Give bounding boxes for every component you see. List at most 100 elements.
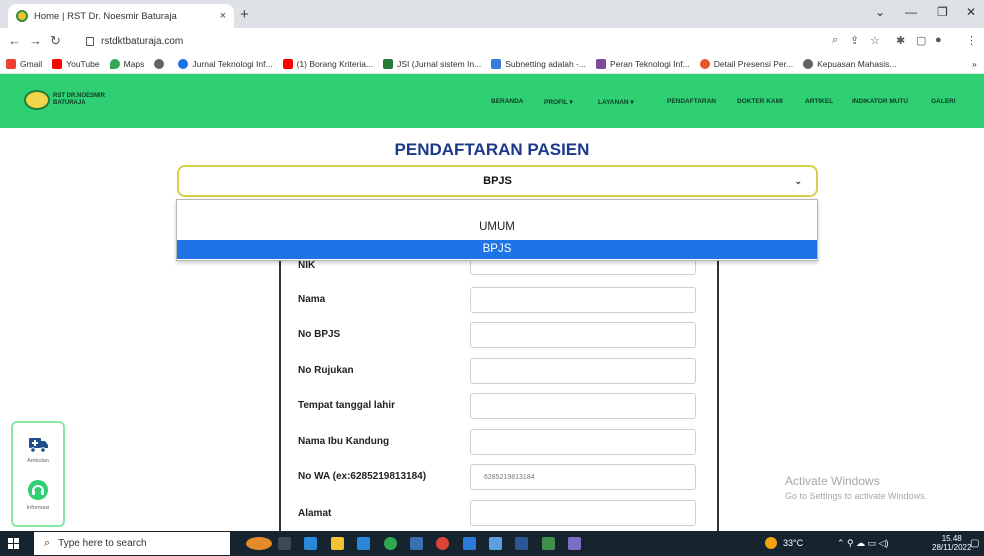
ambulance-icon[interactable] — [27, 433, 49, 455]
field-label-no-bpjs: No BPJS — [298, 329, 341, 340]
nav-dokter-kami[interactable]: DOKTER KAMI — [737, 98, 783, 105]
search-icon: ⌕ — [44, 537, 51, 549]
tab-title: Home | RST Dr. Noesmir Baturaja — [34, 10, 177, 22]
reload-icon[interactable]: ↻ — [50, 33, 61, 49]
maps-icon — [109, 58, 120, 69]
more-bookmarks-icon[interactable]: » — [972, 59, 977, 69]
jsi-icon — [383, 58, 394, 69]
field-label-no-rujukan: No Rujukan — [298, 365, 354, 376]
vscode-icon[interactable] — [463, 537, 476, 550]
bookmark-item[interactable]: Peran Teknologi Inf... — [596, 58, 690, 69]
gmail-icon — [6, 58, 16, 69]
tempat-tanggal-lahir-input[interactable] — [470, 393, 696, 419]
bookmark-label: (1) Borang Kriteria... — [296, 58, 374, 69]
photos-icon[interactable] — [410, 537, 423, 550]
patient-type-select[interactable]: BPJS ⌄ — [177, 165, 818, 197]
tray-icons[interactable]: ⌃ ⚲ ☁ ▭ ◁) — [837, 538, 889, 549]
browser-tab[interactable]: Home | RST Dr. Noesmir Baturaja × — [8, 4, 234, 28]
bookmark-item[interactable]: Kepuasan Mahasis... — [803, 58, 897, 69]
minimize-icon[interactable]: — — [905, 5, 917, 19]
option-umum[interactable]: UMUM — [177, 218, 817, 237]
bookmark-item[interactable]: Detail Presensi Per... — [699, 58, 794, 69]
pkp-icon — [596, 58, 607, 69]
bookmark-label: JSI (Jurnal sistem In... — [397, 58, 482, 69]
youtube-icon — [282, 58, 293, 69]
nav-beranda[interactable]: BERANDA — [491, 98, 524, 105]
headset-icon[interactable] — [27, 479, 49, 501]
site-logo[interactable]: RST DR.NOESMIR BATURAJA — [24, 90, 105, 110]
taskbar-search[interactable]: ⌕ Type here to search — [34, 532, 230, 555]
edge-icon[interactable] — [384, 537, 397, 550]
file-explorer-icon[interactable] — [331, 537, 344, 550]
url-text: rstdktbaturaja.com — [101, 35, 184, 47]
excel-icon[interactable] — [542, 537, 555, 550]
close-tab-icon[interactable]: × — [220, 10, 226, 22]
nama-ibu-kandung-input[interactable] — [470, 429, 696, 455]
bookmark-item[interactable] — [154, 58, 168, 69]
bookmark-label: Jurnal Teknologi Inf... — [192, 58, 273, 69]
hospital-emblem-icon — [24, 90, 50, 110]
option-bpjs[interactable]: BPJS — [177, 240, 817, 259]
nav-layanan[interactable]: LAYANAN ▾ — [598, 98, 634, 106]
tab-search-icon[interactable]: ⌄ — [875, 5, 885, 19]
app-icon[interactable] — [489, 537, 502, 550]
store-icon[interactable] — [357, 537, 370, 550]
bookmark-label: Detail Presensi Per... — [713, 58, 794, 69]
floating-contact-widget: Ambulan Informasi — [11, 421, 65, 527]
close-window-icon[interactable]: ✕ — [966, 5, 976, 19]
clock-time: 15.48 — [941, 534, 962, 543]
bookmark-label: Peran Teknologi Inf... — [610, 58, 690, 69]
weather-widget-icon[interactable] — [246, 537, 272, 550]
no-bpjs-input[interactable] — [470, 322, 696, 348]
task-view-icon[interactable] — [278, 537, 291, 550]
bookmark-label: Kepuasan Mahasis... — [817, 58, 897, 69]
select-value: BPJS — [483, 175, 512, 187]
nav-profil[interactable]: PROFIL ▾ — [544, 98, 573, 106]
logo-line1: RST DR.NOESMIR — [53, 93, 106, 99]
patient-type-dropdown: UMUM BPJS — [176, 199, 818, 261]
temperature: 33°C — [783, 538, 804, 548]
nav-pendaftaran[interactable]: PENDAFTARAN — [667, 98, 716, 105]
bookmark-item[interactable]: YouTube — [52, 58, 100, 69]
windows-start-icon[interactable] — [8, 538, 19, 549]
notification-icon[interactable]: ▢ — [970, 538, 979, 549]
nav-galeri[interactable]: GALERI — [931, 98, 956, 105]
profile-avatar-icon[interactable]: ● — [935, 34, 942, 46]
url-bar[interactable]: rstdktbaturaja.com — [86, 31, 886, 51]
nav-indikator-mutu[interactable]: INDIKATOR MUTU — [852, 98, 908, 105]
new-tab-button[interactable]: + — [240, 6, 249, 23]
back-icon[interactable]: ← — [8, 33, 21, 48]
address-bar-row: ← → ↻ rstdktbaturaja.com ⌕ ⇪ ☆ ✱ ▢ ● ⋮ — [0, 28, 984, 54]
sidepanel-icon[interactable]: ▢ — [916, 34, 926, 47]
extensions-icon[interactable]: ✱ — [896, 34, 905, 47]
chevron-down-icon: ⌄ — [794, 176, 802, 186]
bookmark-item[interactable]: JSI (Jurnal sistem In... — [383, 58, 482, 69]
bookmark-item[interactable]: Subnetting adalah -... — [491, 58, 586, 69]
lock-icon — [86, 36, 94, 46]
no-wa-input[interactable]: 6285219813184 — [470, 464, 696, 490]
bookmark-item[interactable]: Gmail — [6, 58, 42, 69]
forward-icon[interactable]: → — [29, 33, 42, 48]
zoom-icon[interactable]: ⌕ — [832, 34, 838, 47]
word-icon[interactable] — [515, 537, 528, 550]
app2-icon[interactable] — [568, 537, 581, 550]
nama-input[interactable] — [470, 287, 696, 313]
restore-icon[interactable]: ❐ — [937, 5, 948, 19]
nav-artikel[interactable]: ARTIKEL — [805, 98, 833, 105]
browser-menu-icon[interactable]: ⋮ — [966, 34, 977, 47]
bookmark-item[interactable]: Maps — [109, 58, 144, 69]
bookmark-item[interactable]: (1) Borang Kriteria... — [282, 58, 374, 69]
taskbar-search-placeholder: Type here to search — [58, 538, 147, 549]
field-label-nik: NIK — [298, 260, 316, 271]
bookmark-item[interactable]: Jurnal Teknologi Inf... — [178, 58, 273, 69]
no-rujukan-input[interactable] — [470, 358, 696, 384]
globe-icon — [154, 58, 165, 69]
taskbar-clock[interactable]: 15.48 28/11/2022 — [932, 534, 971, 552]
share-icon[interactable]: ⇪ — [850, 34, 859, 47]
field-label-nama: Nama — [298, 294, 326, 305]
watermark-subtitle: Go to Settings to activate Windows. — [785, 491, 928, 501]
mail-icon[interactable] — [304, 537, 317, 550]
alamat-input[interactable] — [470, 500, 696, 526]
bookmark-star-icon[interactable]: ☆ — [870, 34, 880, 47]
chrome-icon[interactable] — [436, 537, 449, 550]
